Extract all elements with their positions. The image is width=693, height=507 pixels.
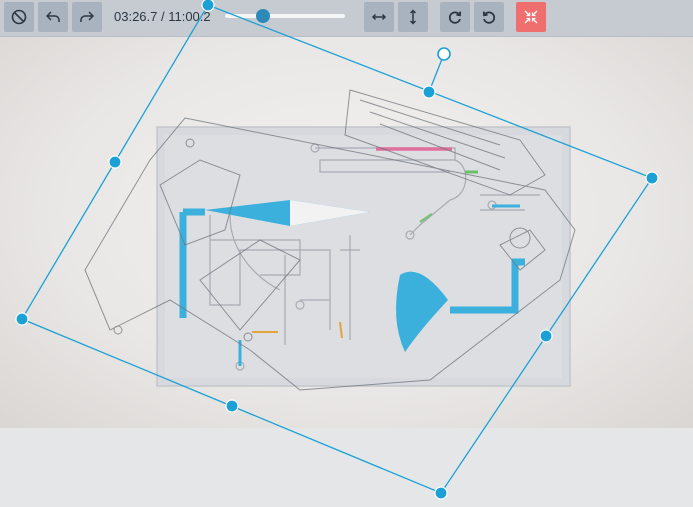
playback-slider-thumb[interactable] [255, 9, 270, 23]
undo-button[interactable] [38, 2, 68, 32]
ban-icon [11, 9, 27, 25]
collapse-button[interactable] [516, 2, 546, 32]
selection-handle-bottom[interactable] [225, 399, 239, 413]
selection-handle-bottom-left[interactable] [15, 312, 29, 326]
selection-handle-right[interactable] [539, 329, 553, 343]
chip-photo [15, 37, 659, 428]
redo-button[interactable] [72, 2, 102, 32]
playback-slider-track[interactable] [225, 14, 345, 18]
image-viewport[interactable] [0, 37, 693, 428]
selection-handle-bottom-right[interactable] [434, 486, 448, 500]
time-display: 03:26.7 / 11:00.2 [114, 9, 211, 24]
selection-handle-left[interactable] [108, 155, 122, 169]
flip-horizontal-button[interactable] [364, 2, 394, 32]
rotation-handle[interactable] [437, 47, 451, 61]
rotate-clockwise-button[interactable] [440, 2, 470, 32]
arrows-horizontal-icon [371, 13, 387, 21]
rotate-counterclockwise-button[interactable] [474, 2, 504, 32]
rotate-counterclockwise-icon [482, 11, 496, 24]
toolbar: 03:26.7 / 11:00.2 [0, 0, 693, 37]
cancel-button[interactable] [4, 2, 34, 32]
redo-icon [80, 11, 94, 22]
selection-handle-top[interactable] [422, 85, 436, 99]
flip-vertical-button[interactable] [398, 2, 428, 32]
undo-icon [46, 11, 60, 22]
arrows-vertical-icon [409, 9, 417, 25]
rotate-clockwise-icon [448, 11, 462, 24]
selection-handle-top-right[interactable] [645, 171, 659, 185]
collapse-arrows-icon [524, 10, 538, 24]
